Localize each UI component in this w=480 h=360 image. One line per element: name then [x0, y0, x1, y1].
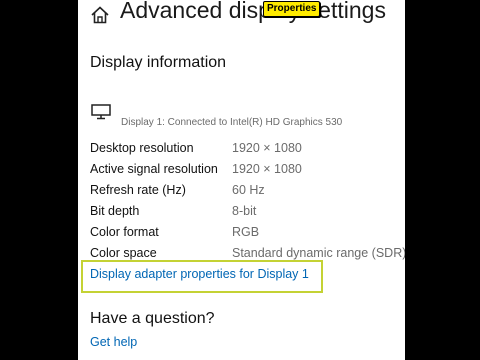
- info-row-desktop-resolution: Desktop resolution 1920 × 1080: [90, 141, 400, 162]
- info-value: RGB: [232, 225, 260, 239]
- info-label: Color format: [90, 225, 159, 239]
- monitor-icon: [91, 104, 111, 120]
- info-label: Active signal resolution: [90, 162, 218, 176]
- info-label: Bit depth: [90, 204, 140, 218]
- section-title: Display information: [90, 54, 227, 71]
- question-title: Have a question?: [90, 310, 215, 327]
- info-row-refresh-rate: Refresh rate (Hz) 60 Hz: [90, 183, 400, 204]
- info-value: Standard dynamic range (SDR): [232, 246, 405, 260]
- info-value: 1920 × 1080: [232, 162, 302, 176]
- info-label: Refresh rate (Hz): [90, 183, 186, 197]
- info-value: 60 Hz: [232, 183, 265, 197]
- info-value: 1920 × 1080: [232, 141, 302, 155]
- settings-panel: Advanced display settings Properties Dis…: [78, 0, 405, 360]
- info-row-bit-depth: Bit depth 8-bit: [90, 204, 400, 225]
- display-connection-text: Display 1: Connected to Intel(R) HD Grap…: [121, 117, 343, 128]
- info-row-active-signal-resolution: Active signal resolution 1920 × 1080: [90, 162, 400, 183]
- info-value: 8-bit: [232, 204, 257, 218]
- home-icon[interactable]: [90, 5, 110, 25]
- info-label: Desktop resolution: [90, 141, 194, 155]
- display-adapter-properties-link[interactable]: Display adapter properties for Display 1: [90, 267, 309, 281]
- properties-badge: Properties: [263, 1, 321, 17]
- page-title: Advanced display settings: [120, 0, 386, 23]
- info-row-color-format: Color format RGB: [90, 225, 400, 246]
- info-label: Color space: [90, 246, 157, 260]
- get-help-link[interactable]: Get help: [90, 335, 137, 349]
